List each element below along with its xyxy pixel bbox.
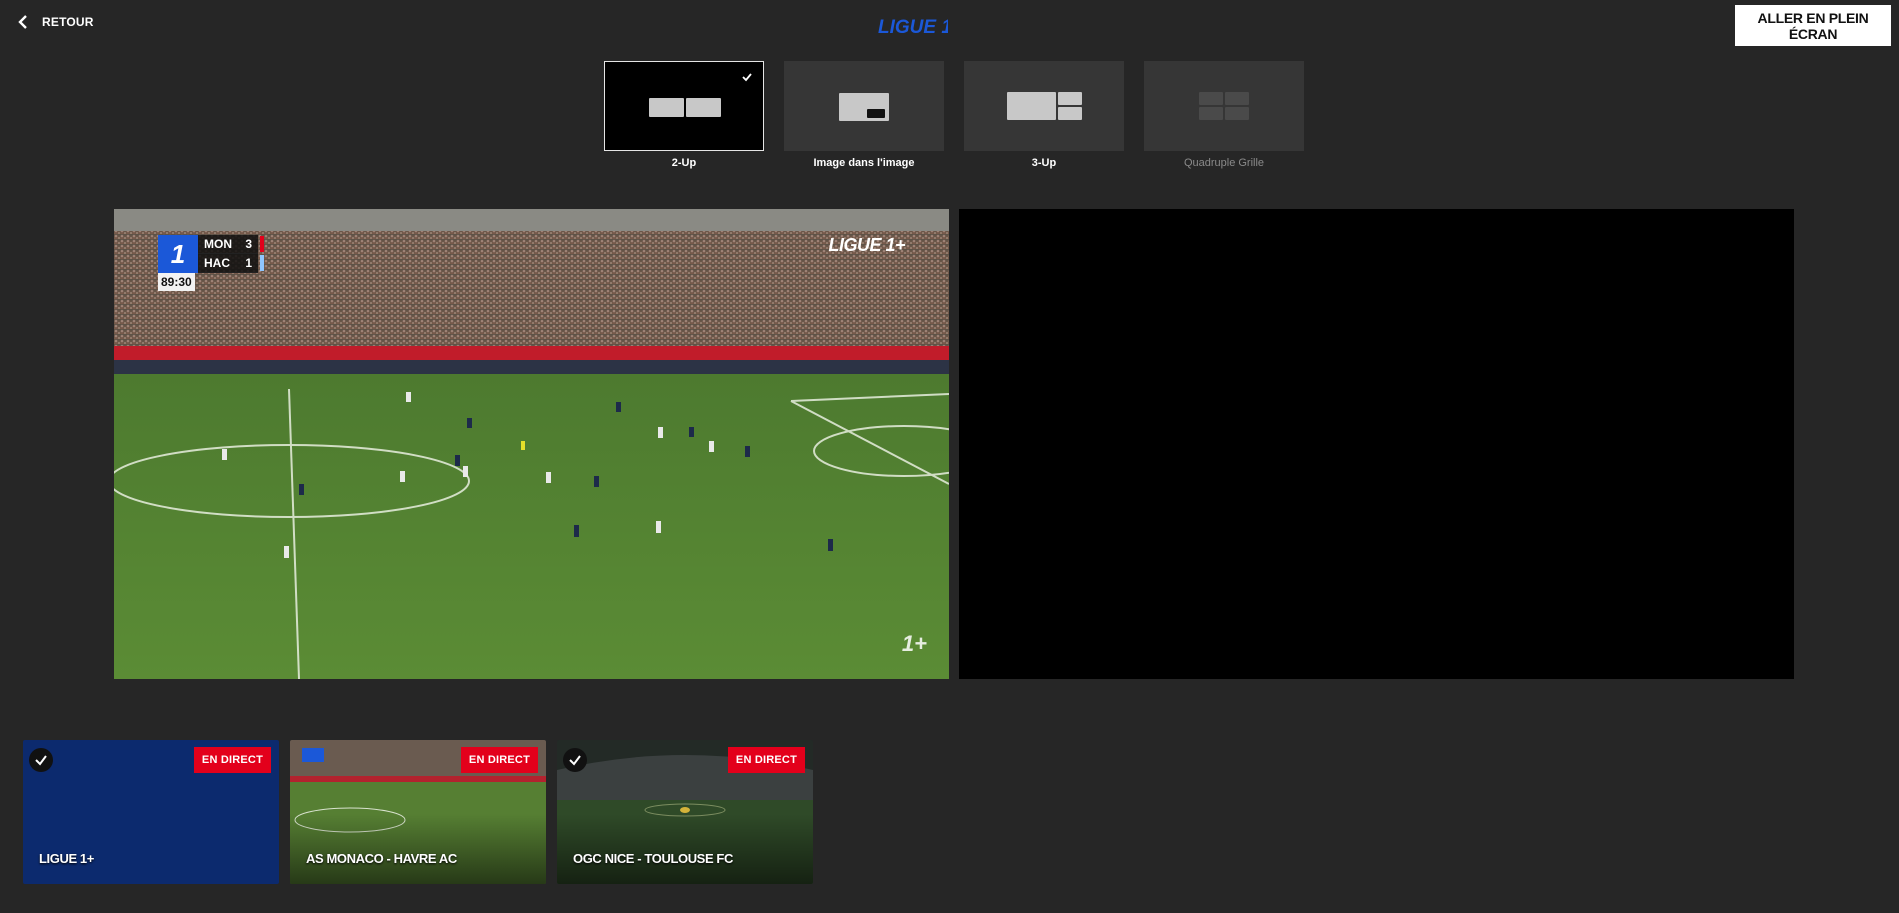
layout-pane: [1225, 107, 1249, 120]
thumbnail-shade: [557, 814, 813, 884]
layout-pip-preview: [784, 61, 944, 151]
layout-label: Image dans l'image: [813, 157, 915, 169]
layout-label: 2-Up: [671, 157, 697, 169]
channel-title: LIGUE 1+: [39, 851, 94, 866]
layout-pane: [1225, 92, 1249, 105]
layout-pane: [1007, 92, 1056, 120]
video-player-right[interactable]: [959, 209, 1794, 679]
layout-3up-preview: [964, 61, 1124, 151]
fullscreen-button[interactable]: ALLER EN PLEIN ÉCRAN: [1735, 5, 1891, 46]
layout-pane: [1199, 107, 1223, 120]
back-label: RETOUR: [42, 15, 94, 29]
layout-pane: [1199, 92, 1223, 105]
chevron-left-icon: [18, 15, 27, 29]
home-color-flag: [260, 236, 264, 252]
scoreboard-away-row: HAC 1: [198, 254, 264, 273]
broadcast-logo: LIGUE 1+: [828, 235, 905, 255]
thumbnail-shade: [290, 814, 546, 884]
scoreboard-home-row: MON 3: [198, 235, 264, 254]
home-score: 3: [245, 237, 252, 251]
channel-title: AS MONACO - HAVRE AC: [306, 851, 457, 866]
back-button[interactable]: RETOUR: [16, 14, 94, 30]
layout-selector: 2-Up Image dans l'image 3-Up Quadruple G…: [604, 61, 1304, 169]
layout-quad-grid: Quadruple Grille: [1144, 61, 1304, 169]
match-video-frame: [114, 209, 949, 679]
layout-label: Quadruple Grille: [1183, 157, 1265, 169]
broadcast-watermark: 1+: [901, 631, 927, 656]
match-clock: 89:30: [158, 273, 195, 291]
away-score: 1: [245, 256, 252, 270]
layout-pane: [1058, 92, 1082, 105]
selected-check-icon: [563, 748, 587, 772]
channel-title: OGC NICE - TOULOUSE FC: [573, 851, 733, 866]
check-icon: [742, 73, 752, 82]
live-badge: EN DIRECT: [460, 747, 538, 773]
selected-check-icon: [29, 748, 53, 772]
away-team: HAC: [204, 256, 230, 270]
layout-2up[interactable]: 2-Up: [604, 61, 764, 169]
live-badge: EN DIRECT: [727, 747, 805, 773]
channel-card-monaco-havre[interactable]: EN DIRECT AS MONACO - HAVRE AC: [290, 740, 546, 884]
scoreboard: 1 MON 3 HAC 1: [158, 235, 264, 273]
layout-label: 3-Up: [1031, 157, 1057, 169]
layout-pane-inset: [867, 109, 885, 118]
layout-3up[interactable]: 3-Up: [964, 61, 1124, 169]
away-color-flag: [260, 255, 264, 271]
top-bar: RETOUR LIGUE 1+ ALLER EN PLEIN ÉCRAN: [0, 0, 1899, 52]
channel-card-ligue1[interactable]: EN DIRECT LIGUE 1+: [23, 740, 279, 884]
layout-2up-preview: [604, 61, 764, 151]
home-team: MON: [204, 237, 232, 251]
logo-text: LIGUE 1+: [878, 17, 948, 38]
live-badge: EN DIRECT: [193, 747, 271, 773]
channel-list: EN DIRECT LIGUE 1+ EN DIRECT AS MONACO -…: [23, 740, 813, 884]
layout-pane: [686, 98, 721, 117]
layout-pane: [1058, 107, 1082, 120]
layout-picture-in-picture[interactable]: Image dans l'image: [784, 61, 944, 169]
video-player-left[interactable]: 1 MON 3 HAC 1 89:30 LIGUE 1+ 1+: [114, 209, 949, 679]
layout-pane: [649, 98, 684, 117]
channel-card-nice-toulouse[interactable]: EN DIRECT OGC NICE - TOULOUSE FC: [557, 740, 813, 884]
scoreboard-logo: 1: [158, 235, 198, 273]
layout-quad-preview: [1144, 61, 1304, 151]
ligue1-logo: LIGUE 1+: [878, 17, 948, 38]
